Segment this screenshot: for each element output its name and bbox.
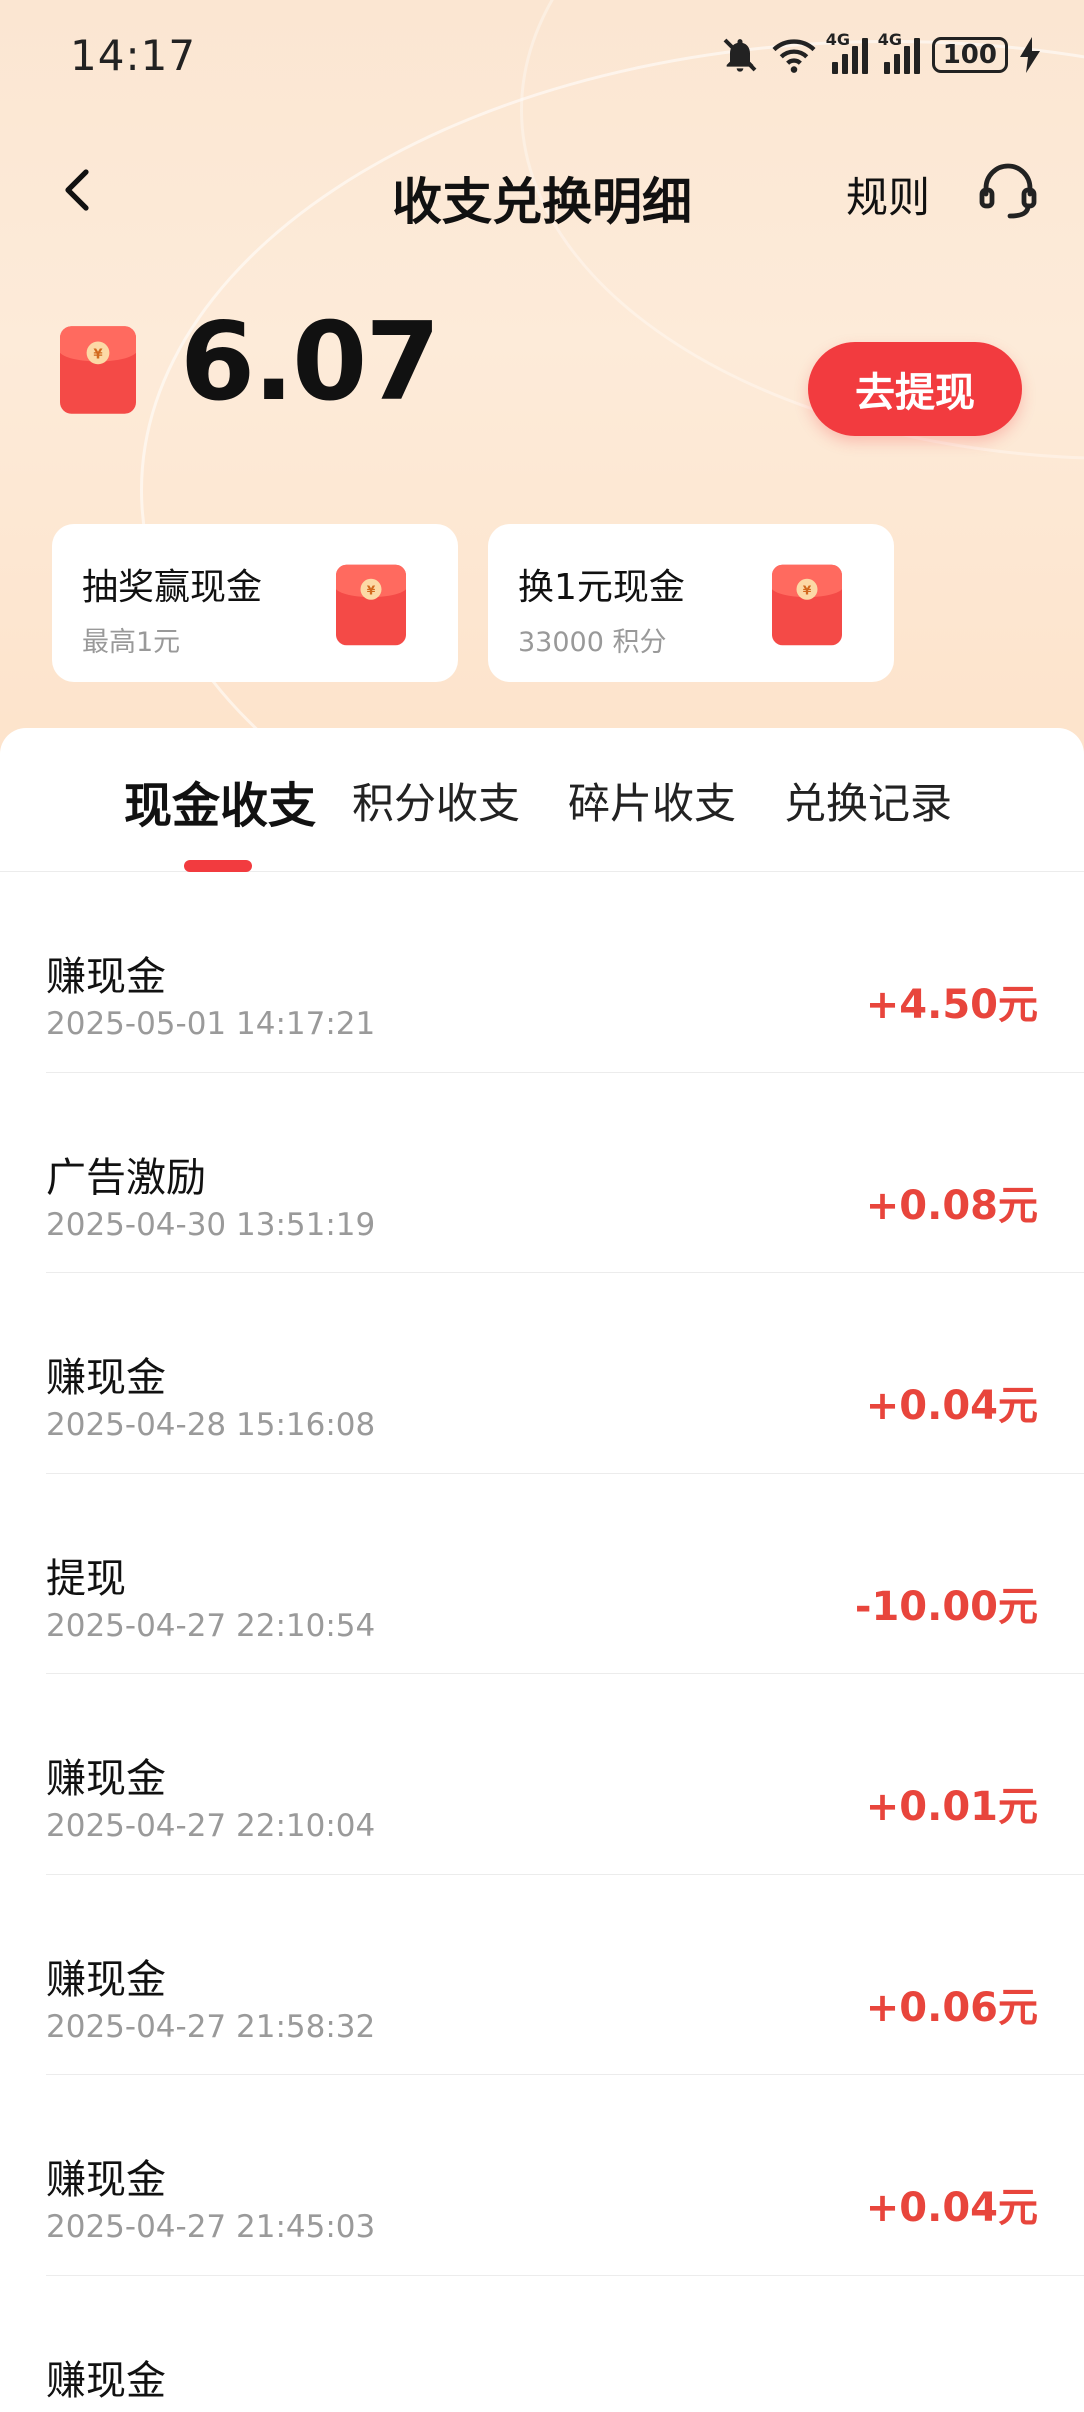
cellular-signal-1: 4G: [826, 30, 868, 74]
transaction-name: 赚现金: [46, 1956, 166, 2003]
tab-bar: 现金收支 积分收支 碎片收支 兑换记录: [0, 728, 1084, 872]
transaction-date: 2025-04-27 22:10:04: [46, 1808, 376, 1844]
red-envelope-icon: ¥: [336, 564, 406, 646]
transaction-name: 提现: [46, 1555, 126, 1602]
transaction-name: 赚现金: [46, 2157, 166, 2203]
transaction-date: 2025-05-01 14:17:21: [46, 1006, 376, 1042]
list-item[interactable]: 赚现金: [46, 2276, 1084, 2412]
list-item[interactable]: 赚现金 2025-04-27 21:58:32 +0.06元: [46, 1875, 1084, 2075]
list-item[interactable]: 提现 2025-04-27 22:10:54 -10.00元: [46, 1474, 1084, 1674]
headset-icon[interactable]: [976, 158, 1040, 222]
transaction-amount: +0.04元: [865, 2185, 1038, 2231]
transaction-date: 2025-04-27 22:10:54: [46, 1607, 376, 1644]
balance-amount: 6.07: [180, 300, 440, 425]
card-subtitle: 最高1元: [82, 627, 181, 658]
transaction-name: 赚现金: [46, 954, 166, 1000]
transaction-amount: -10.00元: [854, 1583, 1038, 1630]
transaction-name: 赚现金: [46, 2357, 166, 2404]
lottery-cash-card[interactable]: 抽奖赢现金 最高1元 ¥: [52, 524, 458, 682]
transaction-amount: +4.50元: [865, 982, 1038, 1028]
transaction-amount: +0.04元: [865, 1383, 1038, 1429]
card-title: 抽奖赢现金: [82, 567, 263, 608]
battery-indicator: 100: [931, 37, 1008, 73]
active-tab-indicator: [184, 860, 252, 872]
exchange-cash-card[interactable]: 换1元现金 33000 积分 ¥: [488, 524, 894, 682]
status-icons: 4G 4G 100: [720, 30, 1040, 75]
transaction-list: 赚现金 2025-05-01 14:17:21 +4.50元 广告激励 2025…: [0, 872, 1084, 2412]
tab-cash[interactable]: 现金收支: [124, 766, 316, 836]
transaction-date: 2025-04-30 13:51:19: [46, 1206, 376, 1243]
transaction-date: 2025-04-27 21:58:32: [46, 2008, 376, 2045]
red-envelope-icon: ¥: [60, 326, 136, 414]
transaction-name: 广告激励: [46, 1154, 206, 1201]
list-item[interactable]: 赚现金 2025-04-27 21:45:03 +0.04元: [46, 2075, 1084, 2276]
withdraw-button[interactable]: 去提现: [808, 342, 1022, 436]
list-item[interactable]: 赚现金 2025-04-27 22:10:04 +0.01元: [46, 1674, 1084, 1875]
transaction-date: 2025-04-27 21:45:03: [46, 2209, 376, 2245]
navigation-bar: 收支兑换明细 规则: [0, 140, 1084, 240]
transaction-date: 2025-04-28 15:16:08: [46, 1407, 376, 1443]
list-item[interactable]: 广告激励 2025-04-30 13:51:19 +0.08元: [46, 1073, 1084, 1273]
bell-off-icon: [723, 38, 757, 72]
list-item[interactable]: 赚现金 2025-04-28 15:16:08 +0.04元: [46, 1273, 1084, 1474]
tab-points[interactable]: 积分收支: [352, 770, 520, 831]
records-panel: 现金收支 积分收支 碎片收支 兑换记录 赚现金 2025-05-01 14:17…: [0, 728, 1084, 2412]
transaction-amount: +0.01元: [865, 1784, 1038, 1830]
app-screen: 14:17 4G 4G 100 收支兑换明细 规则 ¥ 6.07 去提现 抽奖赢…: [0, 0, 1084, 2412]
svg-text:¥: ¥: [803, 584, 812, 598]
rules-link[interactable]: 规则: [846, 164, 930, 225]
svg-text:¥: ¥: [93, 348, 103, 363]
svg-text:¥: ¥: [367, 584, 376, 598]
list-item[interactable]: 赚现金 2025-05-01 14:17:21 +4.50元: [46, 872, 1084, 1073]
transaction-name: 赚现金: [46, 1355, 166, 1401]
status-bar: 14:17 4G 4G 100: [0, 0, 1084, 110]
tab-fragments[interactable]: 碎片收支: [568, 770, 736, 831]
transaction-name: 赚现金: [46, 1756, 166, 1802]
card-subtitle: 33000 积分: [518, 627, 667, 658]
status-time: 14:17: [70, 30, 197, 80]
bolt-icon: [1020, 37, 1040, 73]
red-envelope-icon: ¥: [772, 564, 842, 646]
wifi-icon: [772, 39, 816, 73]
cellular-signal-2: 4G: [878, 30, 920, 74]
transaction-amount: +0.06元: [865, 1984, 1038, 2031]
card-title: 换1元现金: [518, 567, 685, 608]
transaction-amount: +0.08元: [865, 1182, 1038, 1229]
tab-exchange-records[interactable]: 兑换记录: [784, 770, 952, 831]
